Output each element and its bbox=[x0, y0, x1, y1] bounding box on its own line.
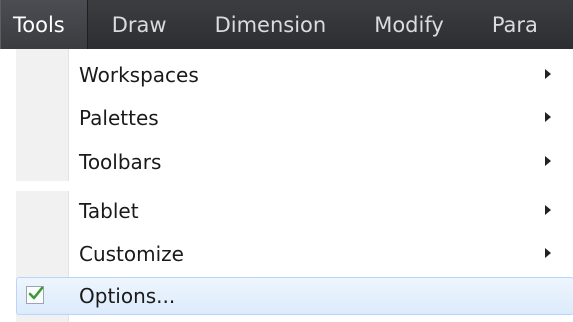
menu-item-label: Palettes bbox=[79, 106, 159, 130]
menu-tools[interactable]: Tools bbox=[0, 0, 88, 49]
menu-item-label: Toolbars bbox=[79, 150, 162, 174]
menu-parametric[interactable]: Para bbox=[468, 0, 538, 49]
menu-modify[interactable]: Modify bbox=[350, 0, 468, 49]
menu-item-label: Options... bbox=[79, 284, 176, 308]
menu-item-customize[interactable]: Customize bbox=[6, 233, 573, 275]
menu-item-tablet[interactable]: Tablet bbox=[6, 190, 573, 232]
menu-item-label: Workspaces bbox=[79, 63, 199, 87]
menu-item-options[interactable]: Options... bbox=[6, 275, 573, 317]
menu-dimension[interactable]: Dimension bbox=[191, 0, 351, 49]
chevron-right-icon bbox=[545, 205, 551, 215]
screenshot-cut-gap bbox=[0, 181, 573, 191]
checkmark-icon bbox=[26, 286, 44, 304]
menu-item-label: Customize bbox=[79, 242, 184, 266]
menu-item-label: Tablet bbox=[79, 199, 139, 223]
chevron-right-icon bbox=[545, 69, 551, 79]
chevron-right-icon bbox=[545, 248, 551, 258]
menu-bar: Tools Draw Dimension Modify Para bbox=[0, 0, 573, 49]
menu-draw[interactable]: Draw bbox=[88, 0, 191, 49]
menu-item-workspaces[interactable]: Workspaces bbox=[6, 54, 573, 96]
chevron-right-icon bbox=[545, 156, 551, 166]
menu-item-palettes[interactable]: Palettes bbox=[6, 97, 573, 139]
menu-item-toolbars[interactable]: Toolbars bbox=[6, 141, 573, 179]
chevron-right-icon bbox=[545, 112, 551, 122]
